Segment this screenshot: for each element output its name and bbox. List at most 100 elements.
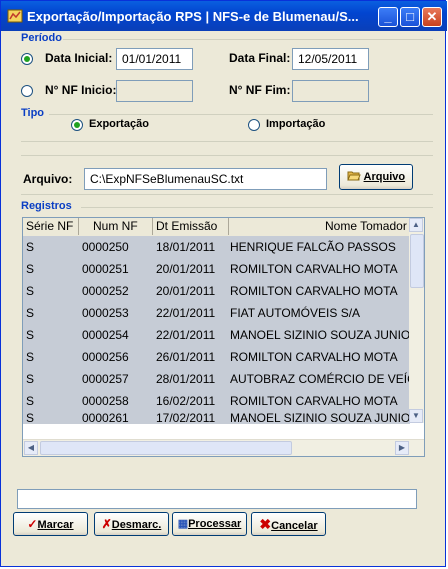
table-row[interactable]: S 0000258 16/02/2011 ROMILTON CARVALHO M… xyxy=(23,390,410,412)
cell-num: 0000250 xyxy=(82,240,129,254)
cancel-x-icon: ✖ xyxy=(259,516,272,532)
table-row[interactable]: S 0000257 28/01/2011 AUTOBRAZ COMÉRCIO D… xyxy=(23,368,410,390)
cell-num: 0000256 xyxy=(82,350,129,364)
cell-num: 0000257 xyxy=(82,372,129,386)
desmarcar-button-label: Desmarc. xyxy=(111,519,162,531)
data-final-label: Data Final: xyxy=(229,51,291,65)
table-row[interactable]: S 0000253 22/01/2011 FIAT AUTOMÓVEIS S/A xyxy=(23,302,410,324)
nf-fim-field[interactable] xyxy=(292,80,369,102)
registros-grid[interactable]: Série NF Num NF Dt Emissão Nome Tomador … xyxy=(22,217,425,457)
col-header-dt[interactable]: Dt Emissão xyxy=(153,218,229,235)
registros-divider xyxy=(81,207,433,208)
cell-dt: 20/01/2011 xyxy=(156,284,216,298)
cell-dt: 16/02/2011 xyxy=(156,394,216,408)
radio-importacao[interactable] xyxy=(248,119,260,131)
cell-dt: 28/01/2011 xyxy=(156,372,216,386)
data-inicial-field[interactable]: 01/01/2011 xyxy=(116,48,193,70)
marcar-button[interactable]: ✓Marcar xyxy=(13,512,88,536)
col-header-nome[interactable]: Nome Tomador xyxy=(229,218,413,235)
vertical-scrollbar[interactable]: ▲ ▼ xyxy=(409,218,424,423)
cell-dt: 26/01/2011 xyxy=(156,350,216,364)
cell-serie: S xyxy=(26,328,35,342)
exportacao-label: Exportação xyxy=(89,118,149,130)
cell-serie: S xyxy=(26,411,35,425)
horizontal-scroll-thumb[interactable] xyxy=(40,441,292,455)
col-header-num[interactable]: Num NF xyxy=(79,218,153,235)
vertical-scroll-thumb[interactable] xyxy=(410,234,424,288)
cell-dt: 22/01/2011 xyxy=(156,306,216,320)
check-icon: ✓ xyxy=(27,517,38,531)
cell-nome: HENRIQUE FALCÃO PASSOS xyxy=(230,240,396,254)
cell-serie: S xyxy=(26,350,35,364)
arquivo-bottom-divider xyxy=(21,194,433,195)
status-field xyxy=(17,489,417,509)
scroll-up-icon[interactable]: ▲ xyxy=(409,218,423,232)
radio-exportacao[interactable] xyxy=(71,119,83,131)
cell-nome: AUTOBRAZ COMÉRCIO DE VEÍCULOS xyxy=(230,372,410,386)
tipo-divider xyxy=(49,114,433,115)
radio-data[interactable] xyxy=(21,53,33,65)
nf-inicio-field[interactable] xyxy=(116,80,193,102)
desmarcar-button[interactable]: ✗Desmarc. xyxy=(94,512,169,536)
registros-group-title: Registros xyxy=(21,200,72,212)
cell-nome: ROMILTON CARVALHO MOTA xyxy=(230,350,398,364)
close-button[interactable]: ✕ xyxy=(422,7,442,27)
cell-serie: S xyxy=(26,306,35,320)
cell-serie: S xyxy=(26,262,35,276)
cell-num: 0000253 xyxy=(82,306,129,320)
processar-button-label: Processar xyxy=(188,518,242,530)
cell-dt: 17/02/2011 xyxy=(156,411,216,425)
marcar-button-label: Marcar xyxy=(37,519,74,531)
arquivo-top-divider xyxy=(21,155,433,156)
cell-num: 0000251 xyxy=(82,262,129,276)
radio-nf[interactable] xyxy=(21,85,33,97)
cell-serie: S xyxy=(26,240,35,254)
grid-header: Série NF Num NF Dt Emissão Nome Tomador xyxy=(23,218,413,237)
cell-nome: ROMILTON CARVALHO MOTA xyxy=(230,284,398,298)
maximize-button[interactable]: □ xyxy=(400,7,420,27)
scroll-right-icon[interactable]: ▶ xyxy=(395,441,409,455)
data-final-field[interactable]: 12/05/2011 xyxy=(292,48,369,70)
title-bar[interactable]: Exportação/Importação RPS | NFS-e de Blu… xyxy=(1,1,447,31)
app-icon xyxy=(7,9,23,23)
table-row[interactable]: S 0000256 26/01/2011 ROMILTON CARVALHO M… xyxy=(23,346,410,368)
uncheck-icon: ✗ xyxy=(101,517,112,531)
cell-num: 0000261 xyxy=(82,411,129,425)
cell-dt: 22/01/2011 xyxy=(156,328,216,342)
scroll-down-icon[interactable]: ▼ xyxy=(409,409,423,423)
nf-fim-label: N° NF Fim: xyxy=(229,83,291,97)
table-row[interactable]: S 0000252 20/01/2011 ROMILTON CARVALHO M… xyxy=(23,280,410,302)
arquivo-path-field[interactable]: C:\ExpNFSeBlumenauSC.txt xyxy=(84,168,327,190)
table-row[interactable]: S 0000250 18/01/2011 HENRIQUE FALCÃO PAS… xyxy=(23,236,410,258)
window-title: Exportação/Importação RPS | NFS-e de Blu… xyxy=(27,9,359,24)
cell-nome: ROMILTON CARVALHO MOTA xyxy=(230,262,398,276)
scroll-left-icon[interactable]: ◀ xyxy=(24,441,38,455)
cell-num: 0000254 xyxy=(82,328,129,342)
cell-num: 0000252 xyxy=(82,284,129,298)
nf-inicio-label: N° NF Inicio: xyxy=(45,83,117,97)
process-icon: ▦ xyxy=(177,518,189,530)
main-window: Exportação/Importação RPS | NFS-e de Blu… xyxy=(0,0,447,567)
arquivo-label: Arquivo: xyxy=(23,172,73,186)
table-row[interactable]: S 0000261 17/02/2011 MANOEL SIZINIO SOUZ… xyxy=(23,411,410,425)
importacao-label: Importação xyxy=(266,118,326,130)
periodo-divider xyxy=(63,39,433,40)
table-row[interactable]: S 0000251 20/01/2011 ROMILTON CARVALHO M… xyxy=(23,258,410,280)
cell-nome: FIAT AUTOMÓVEIS S/A xyxy=(230,306,361,320)
cell-serie: S xyxy=(26,372,35,386)
cancelar-button[interactable]: ✖Cancelar xyxy=(251,512,326,536)
cell-dt: 20/01/2011 xyxy=(156,262,216,276)
horizontal-scrollbar[interactable]: ◀ ▶ xyxy=(23,439,424,456)
cell-nome: MANOEL SIZINIO SOUZA JUNIOR xyxy=(230,411,410,425)
cell-num: 0000258 xyxy=(82,394,129,408)
processar-button[interactable]: ▦Processar xyxy=(172,512,247,536)
arquivo-button[interactable]: Arquivo xyxy=(339,164,413,190)
cancelar-button-label: Cancelar xyxy=(271,520,318,532)
folder-open-icon xyxy=(347,171,361,181)
cell-dt: 18/01/2011 xyxy=(156,240,216,254)
minimize-button[interactable]: _ xyxy=(378,7,398,27)
cell-nome: ROMILTON CARVALHO MOTA xyxy=(230,394,398,408)
tipo-group-title: Tipo xyxy=(21,107,45,119)
col-header-serie[interactable]: Série NF xyxy=(23,218,79,235)
table-row[interactable]: S 0000254 22/01/2011 MANOEL SIZINIO SOUZ… xyxy=(23,324,410,346)
